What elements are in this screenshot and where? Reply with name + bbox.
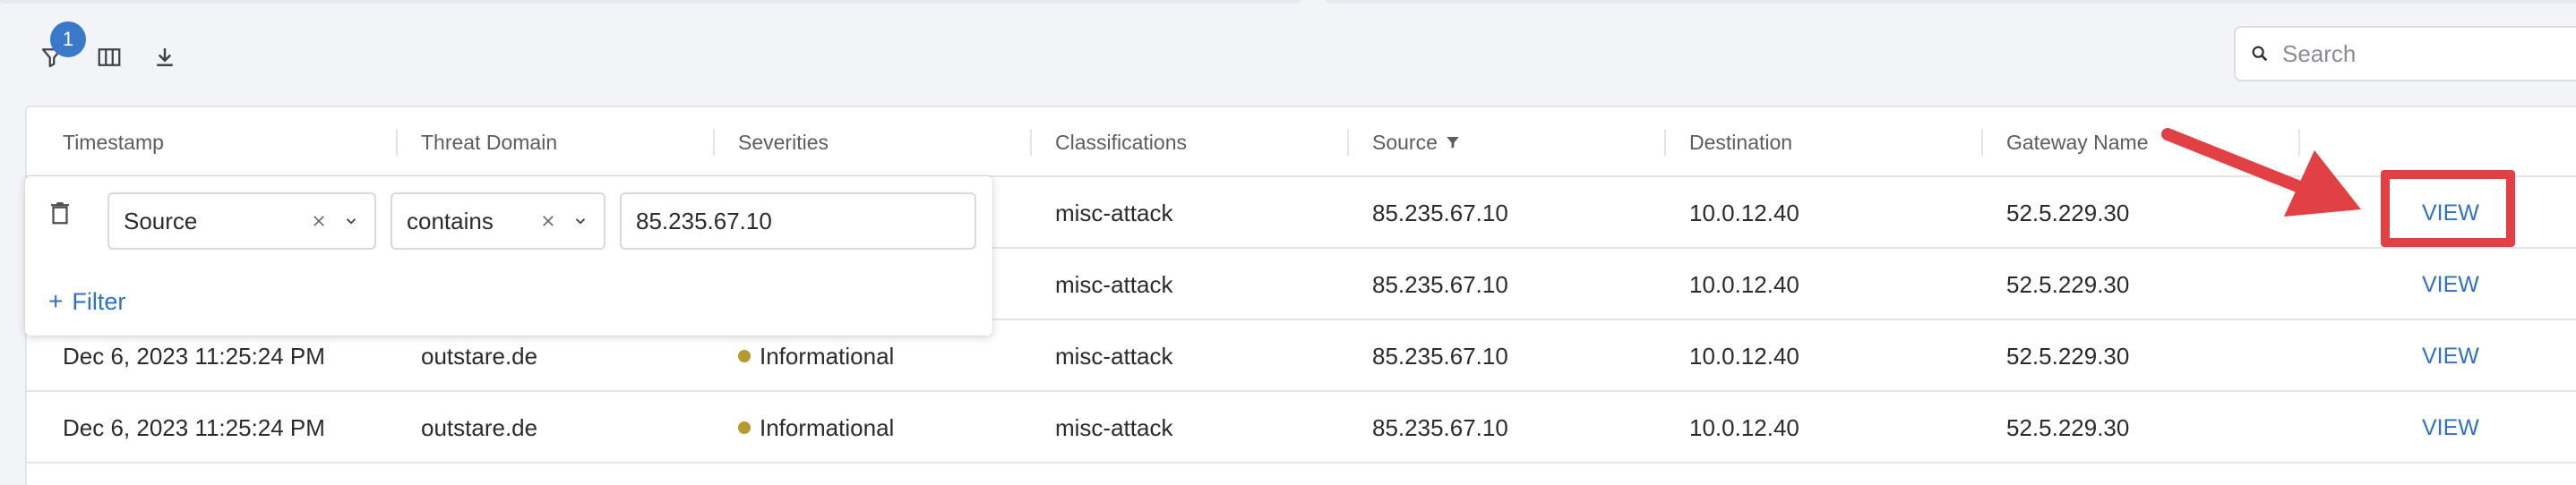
column-header-source-label: Source [1372, 130, 1438, 154]
top-panel-left [0, 0, 1301, 4]
severity-dot-icon [738, 350, 751, 362]
trash-icon [51, 202, 69, 225]
top-panel-right [1326, 0, 2576, 4]
close-icon [313, 216, 324, 226]
cell-timestamp: Dec 6, 2023 11:25:24 PM [63, 413, 325, 441]
column-header-threat-domain[interactable]: Threat Domain [421, 107, 557, 177]
cell-destination: 10.0.12.40 [1689, 270, 1799, 298]
cell-classification: misc-attack [1055, 199, 1173, 226]
field-dropdown-toggle[interactable] [339, 208, 364, 234]
column-divider [1664, 129, 1666, 156]
cell-destination: 10.0.12.40 [1689, 342, 1799, 370]
column-header-gateway-name[interactable]: Gateway Name [2006, 107, 2149, 177]
view-button[interactable]: VIEW [2422, 177, 2479, 249]
column-divider [2298, 129, 2300, 156]
cell-classification: misc-attack [1055, 342, 1173, 370]
plus-icon: + [48, 287, 64, 315]
filter-operator-select[interactable]: contains [391, 192, 605, 250]
severity-label: Informational [760, 342, 895, 370]
column-divider [1981, 129, 1983, 156]
operator-dropdown-toggle[interactable] [568, 208, 593, 234]
chevron-down-icon [346, 218, 356, 225]
cell-gateway: 52.5.229.30 [2006, 342, 2130, 370]
filter-active-icon [1447, 137, 1459, 149]
clear-operator-button[interactable] [536, 208, 561, 234]
column-header-destination[interactable]: Destination [1689, 107, 1792, 177]
table-header: Timestamp Threat Domain Severities Class… [27, 107, 2576, 177]
column-divider [1347, 129, 1349, 156]
filter-count-badge: 1 [50, 21, 86, 57]
cell-source: 85.235.67.10 [1372, 270, 1508, 298]
severity-dot-icon [738, 421, 751, 434]
view-button[interactable]: VIEW [2422, 249, 2479, 320]
filter-value-input[interactable] [620, 192, 976, 250]
column-divider [396, 129, 398, 156]
column-divider [1030, 129, 1032, 156]
cell-gateway: 52.5.229.30 [2006, 413, 2130, 441]
cell-source: 85.235.67.10 [1372, 413, 1508, 441]
cell-gateway: 52.5.229.30 [2006, 199, 2130, 226]
filter-field-select[interactable]: Source [107, 192, 376, 250]
column-header-source[interactable]: Source [1372, 107, 1461, 177]
column-header-severities[interactable]: Severities [738, 107, 829, 177]
view-button[interactable]: VIEW [2422, 320, 2479, 392]
filter-field-value: Source [124, 207, 198, 234]
cell-classification: misc-attack [1055, 270, 1173, 298]
cell-threat-domain: outstare.de [421, 413, 538, 441]
cell-classification: misc-attack [1055, 413, 1173, 441]
cell-source: 85.235.67.10 [1372, 199, 1508, 226]
columns-button[interactable] [91, 39, 127, 75]
search-box[interactable] [2234, 26, 2576, 81]
cell-destination: 10.0.12.40 [1689, 413, 1799, 441]
search-icon [2252, 46, 2268, 62]
chevron-down-icon [575, 218, 586, 225]
add-filter-label: Filter [72, 287, 126, 315]
column-header-timestamp[interactable]: Timestamp [63, 107, 164, 177]
cell-gateway: 52.5.229.30 [2006, 270, 2130, 298]
table-row[interactable]: Dec 6, 2023 11:25:24 PM outstare.de Info… [27, 392, 2576, 464]
cell-source: 85.235.67.10 [1372, 342, 1508, 370]
add-filter-button[interactable]: + Filter [48, 284, 125, 319]
column-divider [713, 129, 715, 156]
view-button[interactable]: VIEW [2422, 392, 2479, 464]
download-button[interactable] [147, 39, 183, 75]
download-icon [157, 48, 173, 66]
clear-field-button[interactable] [306, 208, 331, 234]
cell-severity: Informational [738, 392, 894, 464]
close-icon [543, 216, 554, 226]
columns-icon [98, 48, 121, 66]
cell-destination: 10.0.12.40 [1689, 199, 1799, 226]
delete-filter-button[interactable] [45, 198, 75, 228]
column-header-classifications[interactable]: Classifications [1055, 107, 1187, 177]
filter-popover: Source contains + Fi [25, 176, 992, 336]
search-input[interactable] [2282, 39, 2551, 68]
filter-operator-value: contains [407, 207, 494, 234]
severity-label: Informational [760, 413, 895, 441]
